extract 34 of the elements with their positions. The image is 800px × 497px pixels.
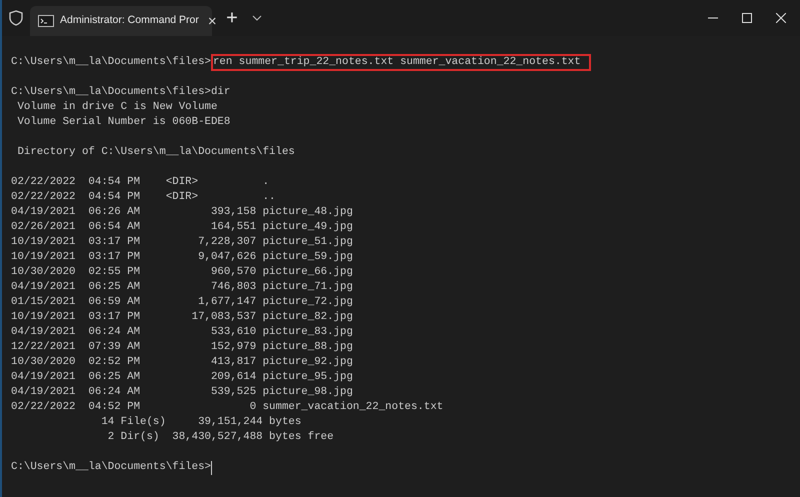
output-line: 02/26/2021 06:54 AM 164,551 picture_49.jpg [11, 220, 353, 235]
output-line: 10/30/2020 02:52 PM 413,817 picture_92.jpg [11, 355, 353, 370]
command-text: dir [210, 85, 230, 100]
output-line: 04/19/2021 06:25 AM 746,803 picture_71.jpg [11, 280, 353, 295]
tab-title: Administrator: Command Pror [60, 13, 199, 28]
output-line: 04/19/2021 06:26 AM 393,158 picture_48.jpg [11, 205, 353, 220]
output-line: 02/22/2022 04:52 PM 0 summer_vacation_22_notes.txt [11, 400, 444, 415]
output-line: 14 File(s) 39,151,244 bytes [100, 415, 302, 430]
output-line: 02/22/2022 04:54 PM <DIR> . [11, 175, 270, 190]
maximize-icon[interactable] [742, 13, 752, 23]
close-icon[interactable] [776, 13, 786, 23]
terminal-icon [38, 15, 54, 27]
prompt-text: C:\Users\m__la\Documents\files> [11, 460, 211, 475]
output-line: Directory of C:\Users\m__la\Documents\files [16, 145, 295, 160]
output-line: 10/19/2021 03:17 PM 17,083,537 picture_82.jpg [11, 310, 353, 325]
output-line: 02/22/2022 04:54 PM <DIR> .. [11, 190, 276, 205]
chevron-down-icon[interactable] [252, 15, 262, 21]
output-line: 2 Dir(s) 38,430,527,488 bytes free [106, 430, 334, 445]
output-line: 10/30/2020 02:55 PM 960,570 picture_66.jpg [11, 265, 353, 280]
shield-icon [9, 10, 23, 26]
output-line: 01/15/2021 06:59 AM 1,677,147 picture_72.jpg [11, 295, 353, 310]
prompt-text: C:\Users\m__la\Documents\files> [11, 85, 211, 100]
output-line: 10/19/2021 03:17 PM 7,228,307 picture_51.jpg [11, 235, 353, 250]
output-line: 04/19/2021 06:24 AM 539,525 picture_98.jpg [11, 385, 353, 400]
minimize-icon[interactable] [708, 17, 718, 19]
new-tab-button[interactable]: + [218, 4, 246, 32]
output-line: 04/19/2021 06:24 AM 533,610 picture_83.jpg [11, 325, 353, 340]
output-line: 10/19/2021 03:17 PM 9,047,626 picture_59.jpg [11, 250, 353, 265]
command-text: ren summer_trip_22_notes.txt summer_vacation_22_notes.txt [210, 54, 591, 71]
output-line: 04/19/2021 06:25 AM 209,614 picture_95.jpg [11, 370, 353, 385]
prompt-text: C:\Users\m__la\Documents\files> [11, 55, 211, 70]
output-line: 12/22/2021 07:39 AM 152,979 picture_88.jpg [11, 340, 353, 355]
output-line: Volume in drive C is New Volume [16, 100, 218, 115]
output-line: Volume Serial Number is 060B-EDE8 [16, 115, 230, 130]
